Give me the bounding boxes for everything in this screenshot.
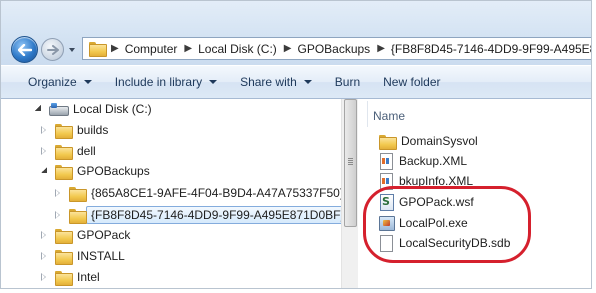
tree-item-label: INSTALL xyxy=(77,249,125,263)
chevron-right-icon[interactable]: ▶ xyxy=(111,43,119,54)
chevron-down-icon xyxy=(209,80,218,84)
file-name: DomainSysvol xyxy=(401,134,478,148)
breadcrumb-current-folder[interactable]: {FB8F8D45-7146-4DD9-9F99-A495E871D xyxy=(391,42,591,56)
file-name: Backup.XML xyxy=(399,154,468,168)
file-list-pane[interactable]: Name DomainSysvol Backup.XML bkupInfo.XM… xyxy=(359,99,591,288)
tree-item-label: builds xyxy=(77,123,109,137)
file-name: GPOPack.wsf xyxy=(399,195,474,209)
folder-icon xyxy=(89,42,107,57)
tree-item-label: Local Disk (C:) xyxy=(73,102,152,116)
tree-item-gpopack[interactable]: GPOPack xyxy=(39,225,130,245)
breadcrumb-local-disk[interactable]: Local Disk (C:) xyxy=(198,42,277,56)
tree-item-label: GPOPack xyxy=(77,228,131,242)
folder-icon xyxy=(69,186,87,202)
file-name: LocalPol.exe xyxy=(399,216,468,230)
organize-button[interactable]: Organize xyxy=(1,70,101,94)
organize-label: Organize xyxy=(28,75,77,89)
expand-arrow-icon[interactable] xyxy=(39,166,49,176)
new-folder-button[interactable]: New folder xyxy=(369,70,449,94)
tree-item-label: GPOBackups xyxy=(77,164,150,178)
forward-arrow-icon xyxy=(46,44,59,55)
chevron-right-icon[interactable]: ▶ xyxy=(377,43,385,54)
burn-label: Burn xyxy=(334,75,361,89)
expand-arrow-icon[interactable] xyxy=(39,230,49,240)
tree-item-gpobackups[interactable]: GPOBackups xyxy=(39,161,150,181)
tree-item-intel[interactable]: Intel xyxy=(39,267,100,287)
share-with-button[interactable]: Share with xyxy=(226,70,321,94)
folder-icon xyxy=(55,228,73,244)
column-header-name[interactable]: Name xyxy=(369,105,591,127)
folder-icon xyxy=(69,208,87,224)
expand-arrow-icon[interactable] xyxy=(39,251,49,261)
navigation-pane[interactable]: Local Disk (C:) builds dell GPOBackups {… xyxy=(1,99,358,288)
expand-arrow-icon[interactable] xyxy=(39,125,49,135)
tree-item-label: {865A8CE1-9AFE-4F04-B9D4-A47A75337F50} xyxy=(91,186,344,200)
tree-item-label: {FB8F8D45-7146-4DD9-9F99-A495E871D0BF} xyxy=(86,206,350,224)
recent-pages-dropdown-icon[interactable] xyxy=(67,45,77,55)
chevron-right-icon[interactable]: ▶ xyxy=(284,43,292,54)
navigation-pane-scrollbar[interactable] xyxy=(341,99,358,288)
folder-icon xyxy=(55,249,73,265)
breadcrumb-gpobackups[interactable]: GPOBackups xyxy=(297,42,370,56)
xml-file-icon xyxy=(379,153,393,170)
folder-icon xyxy=(55,164,73,180)
tree-item-dell[interactable]: dell xyxy=(39,141,96,161)
tree-item-local-disk[interactable]: Local Disk (C:) xyxy=(33,99,152,119)
navigation-bar: ▶ Computer ▶ Local Disk (C:) ▶ GPOBackup… xyxy=(1,1,591,65)
file-row-domainsysvol[interactable]: DomainSysvol xyxy=(379,131,478,151)
tree-item-label: dell xyxy=(77,144,96,158)
chevron-down-icon xyxy=(303,80,312,84)
explorer-window: ▶ Computer ▶ Local Disk (C:) ▶ GPOBackup… xyxy=(0,0,592,289)
chevron-right-icon[interactable]: ▶ xyxy=(184,43,192,54)
new-folder-label: New folder xyxy=(383,75,441,89)
chevron-down-icon xyxy=(83,80,92,84)
file-row-localpol-exe[interactable]: LocalPol.exe xyxy=(379,213,468,233)
folder-icon xyxy=(55,123,73,139)
tree-item-fb8f8d45[interactable]: {FB8F8D45-7146-4DD9-9F99-A495E871D0BF} xyxy=(53,205,350,225)
script-file-icon xyxy=(379,194,394,211)
forward-button[interactable] xyxy=(41,38,64,61)
file-name: LocalSecurityDB.sdb xyxy=(399,236,511,250)
burn-button[interactable]: Burn xyxy=(321,70,369,94)
expand-arrow-icon[interactable] xyxy=(53,188,63,198)
exe-file-icon xyxy=(379,215,395,231)
tree-item-865a8ce1[interactable]: {865A8CE1-9AFE-4F04-B9D4-A47A75337F50} xyxy=(53,183,344,203)
xml-file-icon xyxy=(379,173,393,190)
command-bar: Organize Include in library Share with B… xyxy=(1,65,591,99)
file-row-localsecuritydb-sdb[interactable]: LocalSecurityDB.sdb xyxy=(379,233,510,253)
address-bar[interactable]: ▶ Computer ▶ Local Disk (C:) ▶ GPOBackup… xyxy=(82,37,591,60)
tree-item-install[interactable]: INSTALL xyxy=(39,246,125,266)
file-row-backup-xml[interactable]: Backup.XML xyxy=(379,151,467,171)
folder-icon xyxy=(55,270,73,286)
scrollbar-thumb[interactable] xyxy=(344,99,357,227)
include-in-library-button[interactable]: Include in library xyxy=(101,70,226,94)
file-row-bkupinfo-xml[interactable]: bkupInfo.XML xyxy=(379,171,473,191)
expand-arrow-icon[interactable] xyxy=(33,104,43,114)
column-divider[interactable] xyxy=(367,101,368,127)
back-button[interactable] xyxy=(11,36,38,63)
back-arrow-icon xyxy=(17,43,32,56)
document-icon xyxy=(379,235,393,252)
share-with-label: Share with xyxy=(240,75,297,89)
file-name: bkupInfo.XML xyxy=(399,174,474,188)
tree-item-builds[interactable]: builds xyxy=(39,120,108,140)
tree-item-label: Intel xyxy=(77,270,100,284)
expand-arrow-icon[interactable] xyxy=(39,272,49,282)
drive-icon xyxy=(49,103,69,116)
folder-icon xyxy=(379,134,397,150)
include-in-library-label: Include in library xyxy=(114,75,203,89)
folder-icon xyxy=(55,144,73,160)
expand-arrow-icon[interactable] xyxy=(53,210,63,220)
expand-arrow-icon[interactable] xyxy=(39,146,49,156)
file-row-gpopack-wsf[interactable]: GPOPack.wsf xyxy=(379,192,474,212)
breadcrumb-computer[interactable]: Computer xyxy=(125,42,178,56)
